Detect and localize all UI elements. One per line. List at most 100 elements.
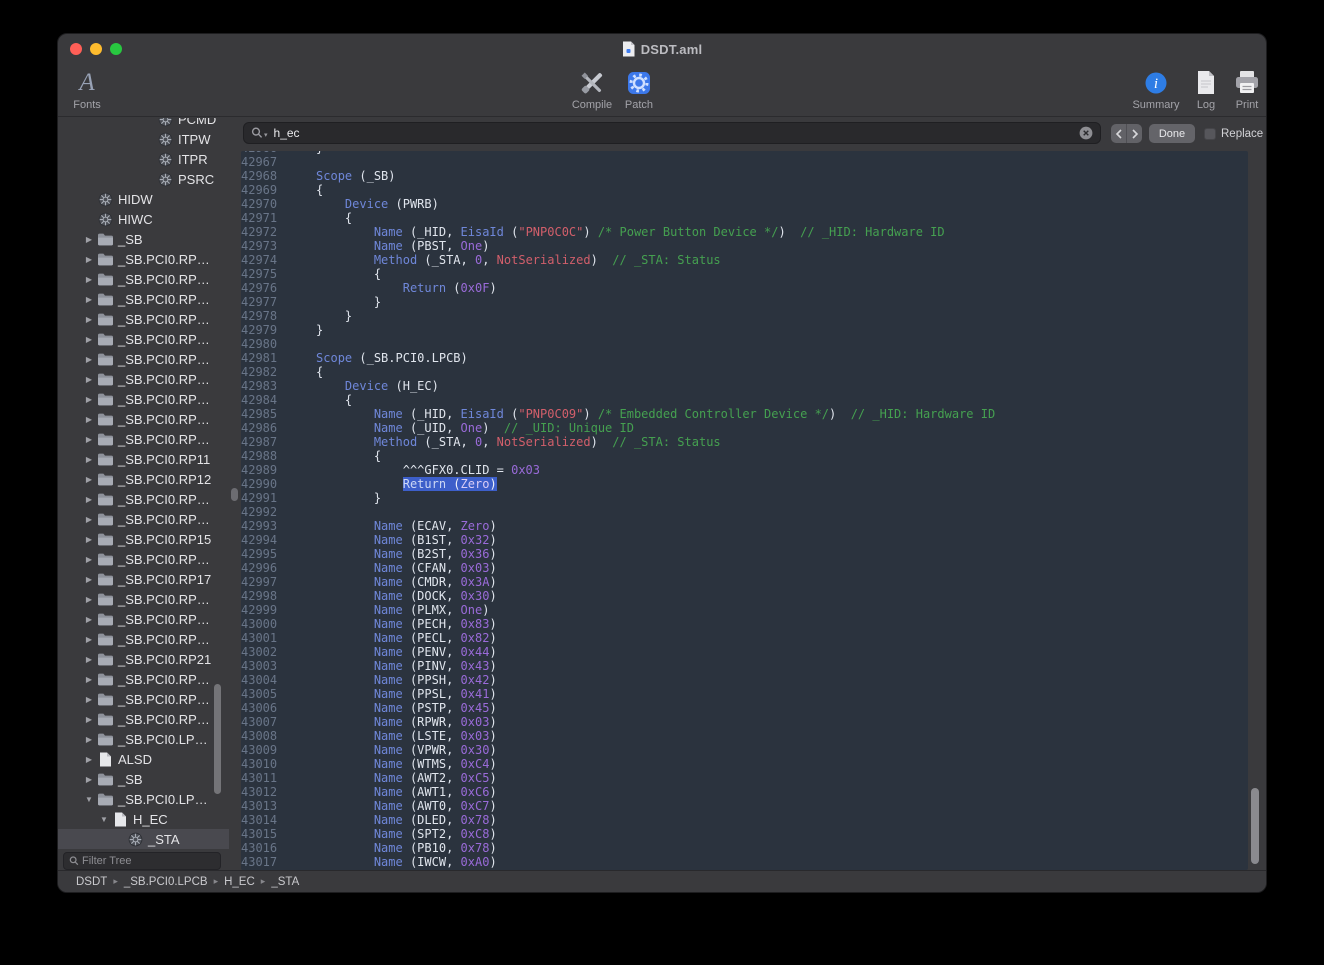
chevron-right-icon[interactable]: ▶ bbox=[81, 655, 97, 664]
tree-item-_sb-pci0-rp15[interactable]: ▶_SB.PCI0.RP15 bbox=[58, 529, 229, 549]
chevron-right-icon[interactable]: ▶ bbox=[81, 435, 97, 444]
tree-item-_sb-pci0-lp[interactable]: ▶_SB.PCI0.LP… bbox=[58, 729, 229, 749]
editor-scrollbar-thumb[interactable] bbox=[1251, 788, 1259, 864]
tree-item-_sb-pci0-rp[interactable]: ▶_SB.PCI0.RP… bbox=[58, 289, 229, 309]
titlebar[interactable]: DSDT.aml bbox=[58, 34, 1266, 64]
chevron-right-icon[interactable]: ▶ bbox=[81, 555, 97, 564]
tree-item-_sb-pci0-rp12[interactable]: ▶_SB.PCI0.RP12 bbox=[58, 469, 229, 489]
tree-item-_sb-pci0-rp[interactable]: ▶_SB.PCI0.RP… bbox=[58, 309, 229, 329]
chevron-right-icon[interactable]: ▶ bbox=[81, 275, 97, 284]
tree-item-_sb-pci0-rp11[interactable]: ▶_SB.PCI0.RP11 bbox=[58, 449, 229, 469]
done-button[interactable]: Done bbox=[1149, 124, 1195, 143]
chevron-down-icon[interactable]: ▼ bbox=[96, 815, 112, 824]
tree-item-_sb-pci0-rp[interactable]: ▶_SB.PCI0.RP… bbox=[58, 489, 229, 509]
chevron-right-icon[interactable]: ▶ bbox=[81, 755, 97, 764]
tree-item-_sb-pci0-rp[interactable]: ▶_SB.PCI0.RP… bbox=[58, 689, 229, 709]
chevron-right-icon[interactable]: ▶ bbox=[81, 675, 97, 684]
tree-item-_sb-pci0-rp[interactable]: ▶_SB.PCI0.RP… bbox=[58, 589, 229, 609]
tree-item-_sb-pci0-rp[interactable]: ▶_SB.PCI0.RP… bbox=[58, 609, 229, 629]
code-text: } bbox=[287, 491, 381, 505]
code-editor[interactable]: 42966 }4296742968 Scope (_SB)42969 {4297… bbox=[241, 151, 1248, 870]
chevron-right-icon[interactable]: ▶ bbox=[81, 515, 97, 524]
chevron-right-icon[interactable]: ▶ bbox=[81, 635, 97, 644]
chevron-right-icon[interactable]: ▶ bbox=[81, 255, 97, 264]
pane-divider-handle[interactable] bbox=[231, 488, 238, 501]
chevron-right-icon[interactable]: ▶ bbox=[81, 355, 97, 364]
log-button[interactable]: Log bbox=[1187, 67, 1225, 111]
chevron-right-icon[interactable]: ▶ bbox=[81, 775, 97, 784]
tree-item-_sb-pci0-rp[interactable]: ▶_SB.PCI0.RP… bbox=[58, 349, 229, 369]
tree-item-_sb-pci0-rp[interactable]: ▶_SB.PCI0.RP… bbox=[58, 249, 229, 269]
breadcrumb-item[interactable]: _STA bbox=[271, 876, 299, 888]
tree-item-_sb-pci0-lp[interactable]: ▼_SB.PCI0.LP… bbox=[58, 789, 229, 809]
chevron-right-icon[interactable]: ▶ bbox=[81, 735, 97, 744]
breadcrumb-item[interactable]: _SB.PCI0.LPCB bbox=[124, 876, 208, 888]
tree-item-_sb-pci0-rp17[interactable]: ▶_SB.PCI0.RP17 bbox=[58, 569, 229, 589]
tree-item-_sb-pci0-rp[interactable]: ▶_SB.PCI0.RP… bbox=[58, 269, 229, 289]
tree-item-_sb-pci0-rp[interactable]: ▶_SB.PCI0.RP… bbox=[58, 389, 229, 409]
fonts-label: Fonts bbox=[73, 99, 101, 111]
tree-item-_sb[interactable]: ▶_SB bbox=[58, 229, 229, 249]
chevron-right-icon[interactable]: ▶ bbox=[81, 595, 97, 604]
tree-item-_sb-pci0-rp[interactable]: ▶_SB.PCI0.RP… bbox=[58, 669, 229, 689]
print-button[interactable]: Print bbox=[1226, 67, 1267, 111]
tree-item-_sb-pci0-rp[interactable]: ▶_SB.PCI0.RP… bbox=[58, 409, 229, 429]
fonts-button[interactable]: A Fonts bbox=[64, 67, 110, 111]
chevron-right-icon[interactable]: ▶ bbox=[81, 415, 97, 424]
chevron-right-icon[interactable]: ▶ bbox=[81, 575, 97, 584]
tree-item-_sb-pci0-rp[interactable]: ▶_SB.PCI0.RP… bbox=[58, 429, 229, 449]
search-input[interactable] bbox=[268, 126, 1079, 140]
code-text: Name (_HID, EisaId ("PNP0C09") /* Embedd… bbox=[287, 407, 995, 421]
replace-checkbox[interactable] bbox=[1204, 128, 1216, 140]
chevron-right-icon[interactable]: ▶ bbox=[81, 395, 97, 404]
tree-item-_sb-pci0-rp[interactable]: ▶_SB.PCI0.RP… bbox=[58, 549, 229, 569]
tree-item-itpw[interactable]: ITPW bbox=[58, 129, 229, 149]
tree-item-itpr[interactable]: ITPR bbox=[58, 149, 229, 169]
code-text: { bbox=[287, 365, 323, 379]
tree-item-_sb-pci0-rp[interactable]: ▶_SB.PCI0.RP… bbox=[58, 509, 229, 529]
chevron-right-icon[interactable]: ▶ bbox=[81, 335, 97, 344]
tree-item-hidw[interactable]: HIDW bbox=[58, 189, 229, 209]
filter-input[interactable] bbox=[82, 855, 215, 867]
find-previous-button[interactable] bbox=[1111, 124, 1126, 143]
code-text: Name (RPWR, 0x03) bbox=[287, 715, 497, 729]
search-field[interactable]: ▾ bbox=[243, 122, 1101, 144]
chevron-right-icon[interactable]: ▶ bbox=[81, 615, 97, 624]
tree-item-label: _SB.PCI0.RP… bbox=[118, 332, 210, 347]
chevron-right-icon[interactable]: ▶ bbox=[81, 295, 97, 304]
code-text: } bbox=[287, 323, 323, 337]
breadcrumb-item[interactable]: H_EC bbox=[224, 876, 255, 888]
tree-item-_sb-pci0-rp[interactable]: ▶_SB.PCI0.RP… bbox=[58, 369, 229, 389]
replace-toggle[interactable]: Replace bbox=[1204, 124, 1263, 143]
chevron-right-icon[interactable]: ▶ bbox=[81, 375, 97, 384]
find-next-button[interactable] bbox=[1126, 124, 1142, 143]
patch-button[interactable]: Patch bbox=[611, 67, 667, 111]
tree-item-_sta[interactable]: _STA bbox=[58, 829, 229, 849]
tree-item-h_ec[interactable]: ▼H_EC bbox=[58, 809, 229, 829]
tree-item-_sb-pci0-rp21[interactable]: ▶_SB.PCI0.RP21 bbox=[58, 649, 229, 669]
tree-item-pcmd[interactable]: PCMD bbox=[58, 118, 229, 129]
tree-item-hiwc[interactable]: HIWC bbox=[58, 209, 229, 229]
tree-item-_sb[interactable]: ▶_SB bbox=[58, 769, 229, 789]
tree-item-_sb-pci0-rp[interactable]: ▶_SB.PCI0.RP… bbox=[58, 709, 229, 729]
chevron-right-icon[interactable]: ▶ bbox=[81, 235, 97, 244]
clear-search-icon[interactable] bbox=[1079, 126, 1093, 140]
tree-item-alsd[interactable]: ▶ALSD bbox=[58, 749, 229, 769]
chevron-right-icon[interactable]: ▶ bbox=[81, 315, 97, 324]
tree-item-psrc[interactable]: PSRC bbox=[58, 169, 229, 189]
chevron-right-icon[interactable]: ▶ bbox=[81, 455, 97, 464]
breadcrumb-item[interactable]: DSDT bbox=[76, 876, 107, 888]
tree-item-_sb-pci0-rp[interactable]: ▶ _SB.PCI0.RP… bbox=[58, 329, 229, 349]
filter-field[interactable] bbox=[63, 852, 221, 870]
chevron-right-icon[interactable]: ▶ bbox=[81, 495, 97, 504]
chevron-down-icon[interactable]: ▼ bbox=[81, 795, 97, 804]
sidebar-scrollbar-thumb[interactable] bbox=[214, 684, 221, 794]
chevron-right-icon[interactable]: ▶ bbox=[81, 475, 97, 484]
chevron-right-icon[interactable]: ▶ bbox=[81, 695, 97, 704]
chevron-right-icon[interactable]: ▶ bbox=[81, 715, 97, 724]
chevron-right-icon[interactable]: ▶ bbox=[81, 535, 97, 544]
tree-item-_sb-pci0-rp[interactable]: ▶_SB.PCI0.RP… bbox=[58, 629, 229, 649]
code-text: Device (PWRB) bbox=[287, 197, 439, 211]
code-area: 42966 }4296742968 Scope (_SB)42969 {4297… bbox=[241, 151, 1248, 869]
summary-button[interactable]: i Summary bbox=[1126, 67, 1186, 111]
